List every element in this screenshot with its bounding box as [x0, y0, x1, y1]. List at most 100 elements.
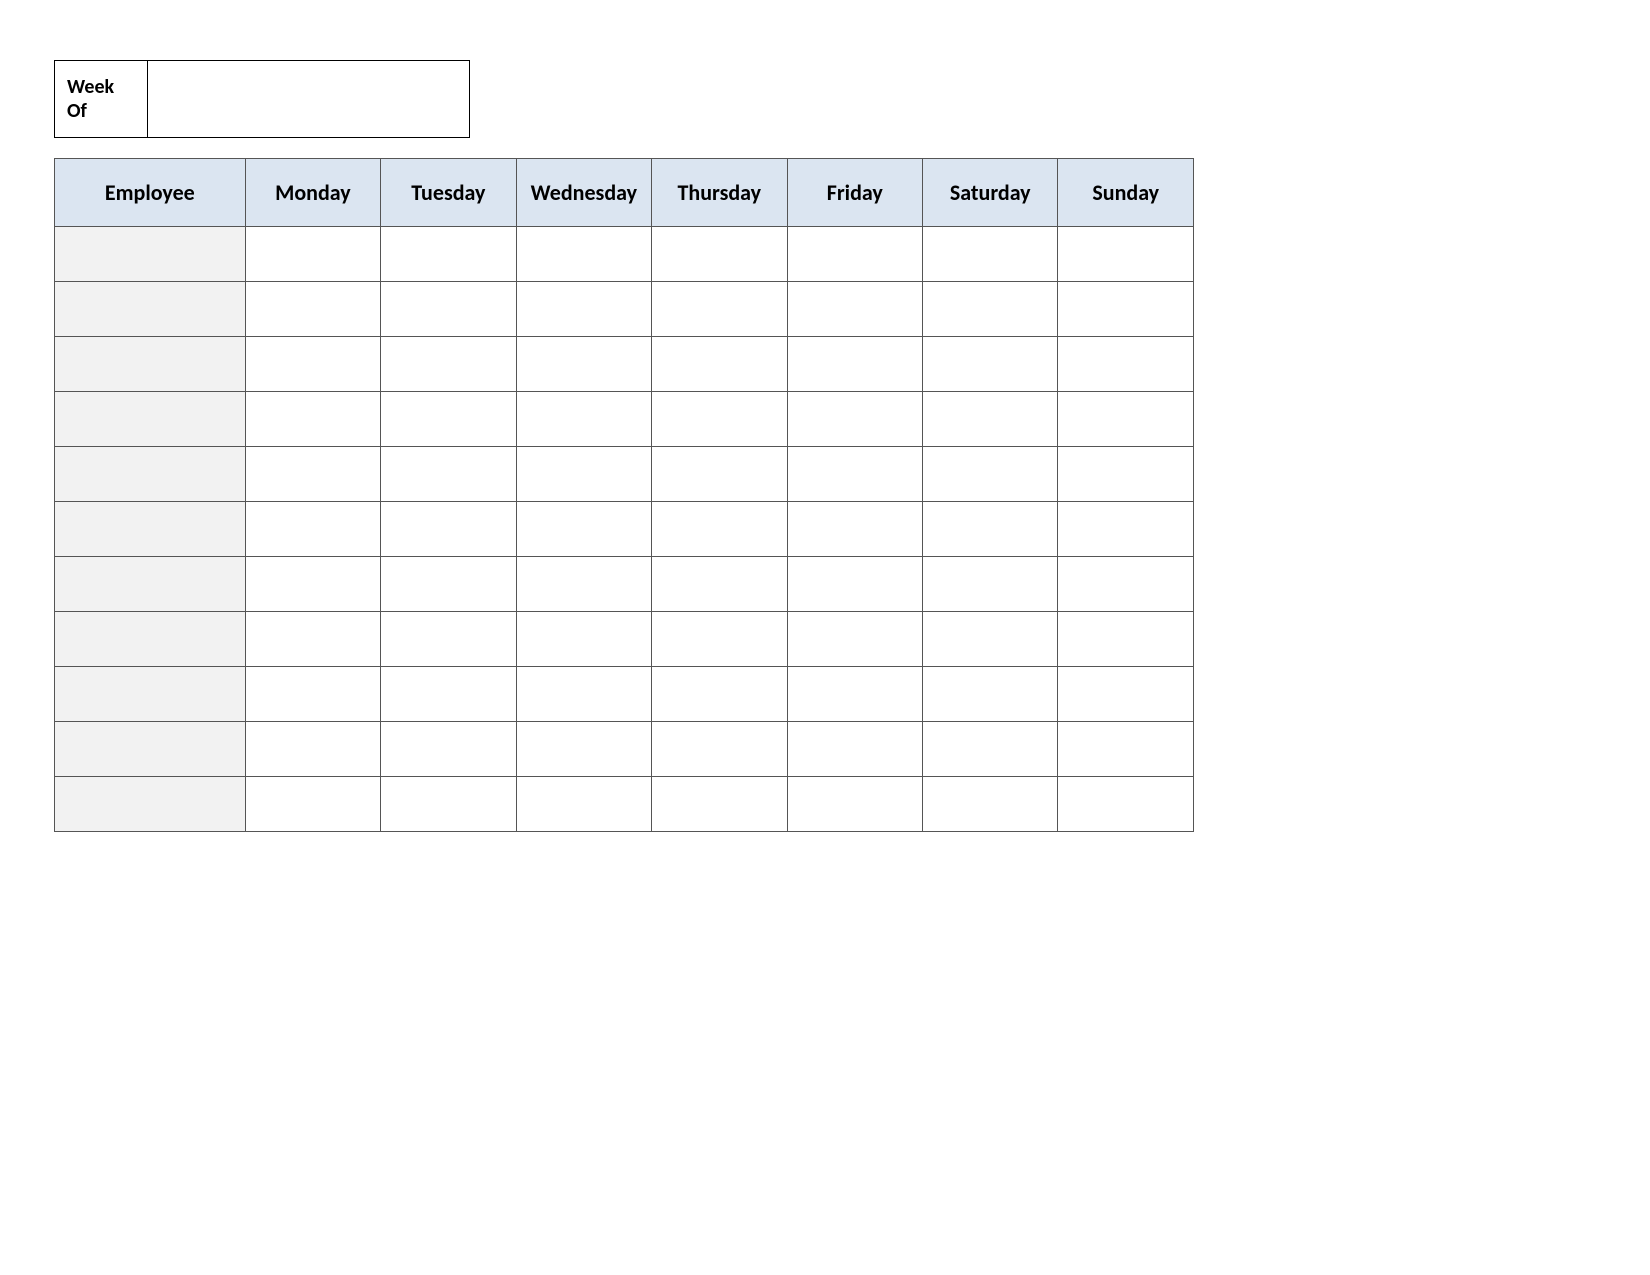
- day-cell[interactable]: [381, 282, 516, 337]
- employee-cell[interactable]: [55, 282, 246, 337]
- day-cell[interactable]: [787, 282, 922, 337]
- day-cell[interactable]: [787, 722, 922, 777]
- day-cell[interactable]: [652, 337, 787, 392]
- day-cell[interactable]: [245, 337, 380, 392]
- employee-cell[interactable]: [55, 777, 246, 832]
- day-cell[interactable]: [516, 557, 651, 612]
- day-cell[interactable]: [787, 777, 922, 832]
- employee-cell[interactable]: [55, 337, 246, 392]
- day-cell[interactable]: [381, 612, 516, 667]
- col-saturday: Saturday: [923, 159, 1058, 227]
- day-cell[interactable]: [245, 392, 380, 447]
- day-cell[interactable]: [652, 722, 787, 777]
- table-row: [55, 612, 1194, 667]
- day-cell[interactable]: [1058, 392, 1194, 447]
- day-cell[interactable]: [1058, 337, 1194, 392]
- day-cell[interactable]: [652, 447, 787, 502]
- day-cell[interactable]: [652, 392, 787, 447]
- day-cell[interactable]: [516, 612, 651, 667]
- day-cell[interactable]: [787, 502, 922, 557]
- day-cell[interactable]: [1058, 777, 1194, 832]
- day-cell[interactable]: [787, 667, 922, 722]
- day-cell[interactable]: [652, 612, 787, 667]
- day-cell[interactable]: [245, 777, 380, 832]
- week-of-input[interactable]: [148, 60, 470, 138]
- table-row: [55, 722, 1194, 777]
- day-cell[interactable]: [516, 722, 651, 777]
- day-cell[interactable]: [381, 557, 516, 612]
- day-cell[interactable]: [923, 282, 1058, 337]
- day-cell[interactable]: [787, 227, 922, 282]
- day-cell[interactable]: [245, 282, 380, 337]
- employee-cell[interactable]: [55, 447, 246, 502]
- day-cell[interactable]: [381, 722, 516, 777]
- day-cell[interactable]: [652, 282, 787, 337]
- employee-cell[interactable]: [55, 557, 246, 612]
- day-cell[interactable]: [787, 392, 922, 447]
- employee-cell[interactable]: [55, 612, 246, 667]
- col-monday: Monday: [245, 159, 380, 227]
- day-cell[interactable]: [923, 612, 1058, 667]
- table-body: [55, 227, 1194, 832]
- day-cell[interactable]: [245, 722, 380, 777]
- day-cell[interactable]: [923, 667, 1058, 722]
- day-cell[interactable]: [652, 227, 787, 282]
- employee-cell[interactable]: [55, 722, 246, 777]
- day-cell[interactable]: [1058, 282, 1194, 337]
- table-row: [55, 337, 1194, 392]
- day-cell[interactable]: [245, 557, 380, 612]
- day-cell[interactable]: [923, 502, 1058, 557]
- day-cell[interactable]: [516, 777, 651, 832]
- day-cell[interactable]: [516, 502, 651, 557]
- employee-cell[interactable]: [55, 227, 246, 282]
- day-cell[interactable]: [787, 337, 922, 392]
- day-cell[interactable]: [787, 612, 922, 667]
- day-cell[interactable]: [1058, 557, 1194, 612]
- day-cell[interactable]: [923, 557, 1058, 612]
- employee-cell[interactable]: [55, 667, 246, 722]
- day-cell[interactable]: [381, 447, 516, 502]
- day-cell[interactable]: [923, 392, 1058, 447]
- day-cell[interactable]: [516, 337, 651, 392]
- col-friday: Friday: [787, 159, 922, 227]
- day-cell[interactable]: [923, 227, 1058, 282]
- col-thursday: Thursday: [652, 159, 787, 227]
- day-cell[interactable]: [923, 722, 1058, 777]
- table-row: [55, 777, 1194, 832]
- day-cell[interactable]: [516, 447, 651, 502]
- table-row: [55, 392, 1194, 447]
- day-cell[interactable]: [381, 667, 516, 722]
- day-cell[interactable]: [245, 667, 380, 722]
- col-employee: Employee: [55, 159, 246, 227]
- day-cell[interactable]: [245, 502, 380, 557]
- day-cell[interactable]: [381, 392, 516, 447]
- day-cell[interactable]: [516, 282, 651, 337]
- day-cell[interactable]: [516, 392, 651, 447]
- day-cell[interactable]: [381, 502, 516, 557]
- day-cell[interactable]: [245, 227, 380, 282]
- day-cell[interactable]: [787, 557, 922, 612]
- day-cell[interactable]: [1058, 227, 1194, 282]
- day-cell[interactable]: [1058, 722, 1194, 777]
- day-cell[interactable]: [381, 227, 516, 282]
- day-cell[interactable]: [1058, 502, 1194, 557]
- day-cell[interactable]: [516, 667, 651, 722]
- employee-cell[interactable]: [55, 502, 246, 557]
- day-cell[interactable]: [787, 447, 922, 502]
- day-cell[interactable]: [923, 777, 1058, 832]
- day-cell[interactable]: [1058, 612, 1194, 667]
- employee-cell[interactable]: [55, 392, 246, 447]
- day-cell[interactable]: [652, 667, 787, 722]
- day-cell[interactable]: [1058, 447, 1194, 502]
- day-cell[interactable]: [381, 337, 516, 392]
- day-cell[interactable]: [381, 777, 516, 832]
- day-cell[interactable]: [652, 502, 787, 557]
- day-cell[interactable]: [516, 227, 651, 282]
- day-cell[interactable]: [245, 612, 380, 667]
- day-cell[interactable]: [652, 557, 787, 612]
- day-cell[interactable]: [245, 447, 380, 502]
- day-cell[interactable]: [923, 337, 1058, 392]
- day-cell[interactable]: [652, 777, 787, 832]
- day-cell[interactable]: [923, 447, 1058, 502]
- day-cell[interactable]: [1058, 667, 1194, 722]
